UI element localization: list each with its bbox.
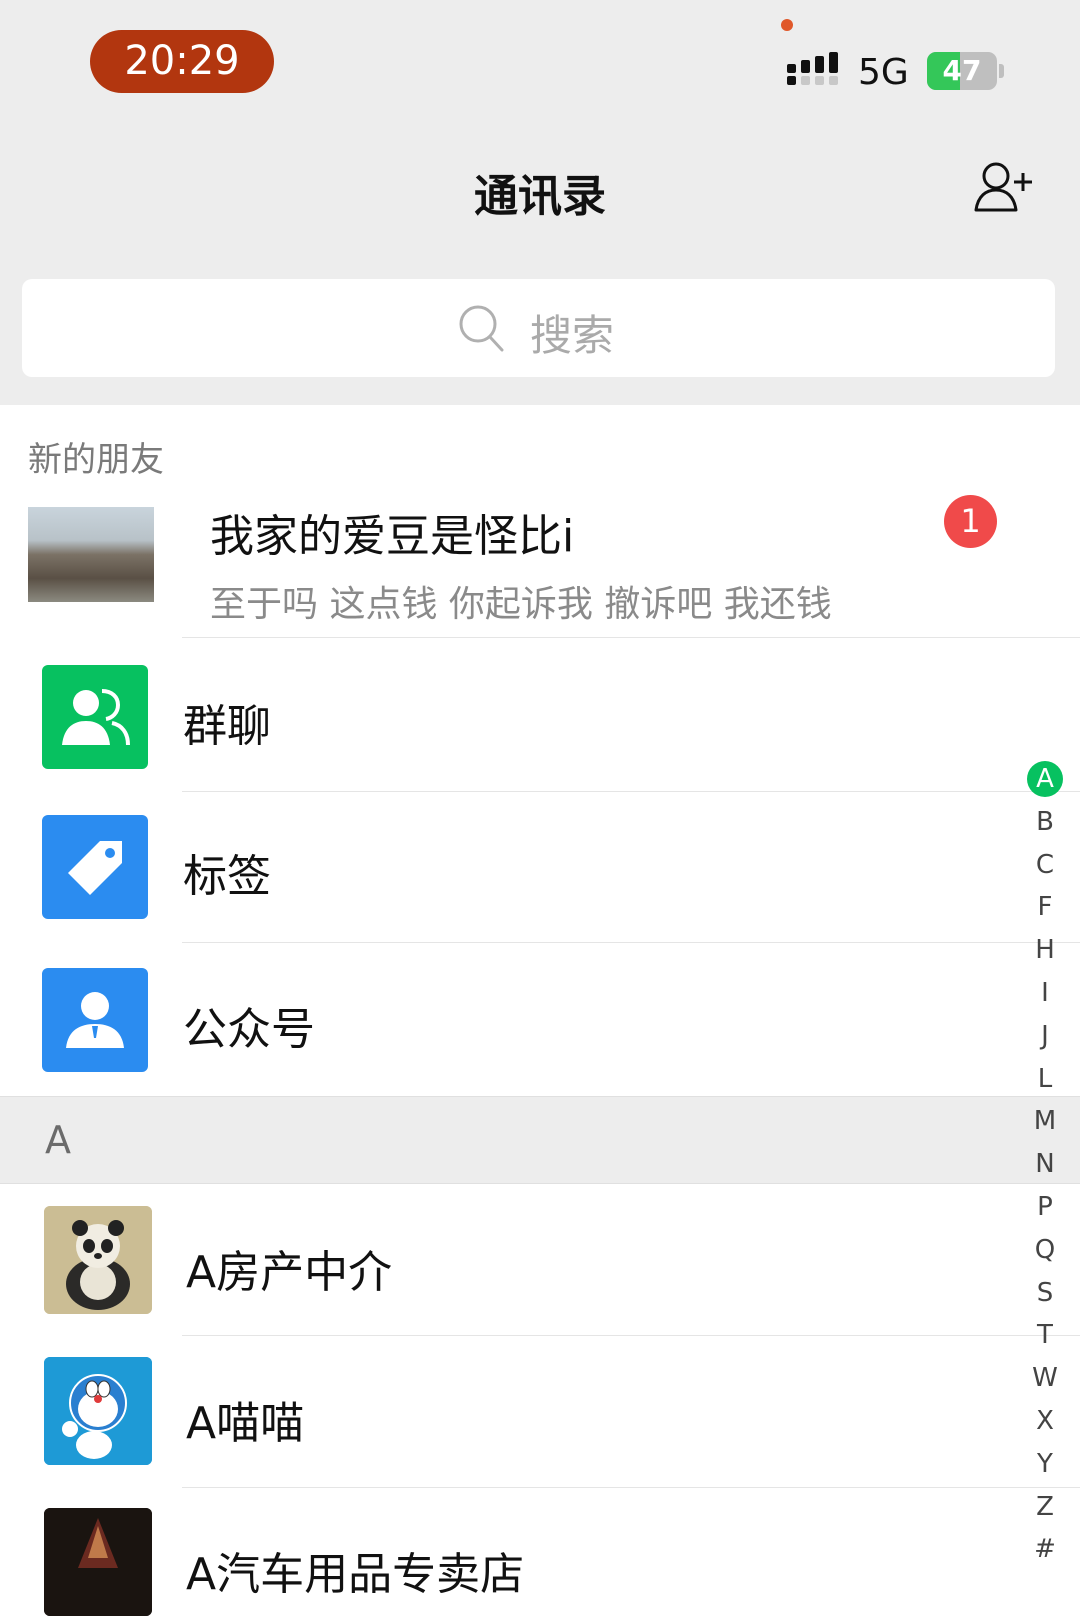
friend-request-message: 至于吗 这点钱 你起诉我 撤诉吧 我还钱 [210, 584, 832, 625]
network-type: 5G [858, 52, 909, 93]
tag-icon [42, 815, 148, 919]
index-letter-text: W [1032, 1363, 1058, 1394]
search-icon [459, 305, 504, 352]
index-letter[interactable]: Z [1024, 1486, 1066, 1529]
privacy-indicator-dot [781, 19, 793, 31]
signal-icon [787, 52, 838, 85]
index-letter[interactable]: X [1024, 1400, 1066, 1443]
index-letter[interactable]: M [1024, 1100, 1066, 1143]
friend-request-photo [28, 507, 154, 602]
index-letter-text: T [1037, 1320, 1053, 1351]
battery-icon: 47 [927, 52, 997, 90]
index-letter-text: X [1036, 1405, 1054, 1436]
index-letter-text: I [1041, 977, 1049, 1008]
new-friends-header: 新的朋友 [28, 440, 164, 480]
index-letter[interactable]: T [1024, 1314, 1066, 1357]
index-letter-text: A [1027, 761, 1063, 797]
index-letter-text: B [1036, 806, 1054, 837]
index-letter-text: N [1035, 1149, 1055, 1180]
battery-cap [999, 64, 1004, 78]
alphabet-index[interactable]: A B C F H I J L M N P Q S T W X Y Z # [1024, 758, 1066, 1571]
tags-label: 标签 [183, 851, 271, 902]
index-letter-text: S [1036, 1277, 1054, 1308]
contact-name: A汽车用品专卖店 [186, 1549, 525, 1600]
index-letter[interactable]: F [1024, 886, 1066, 929]
index-letter[interactable]: Y [1024, 1443, 1066, 1486]
index-letter[interactable]: I [1024, 972, 1066, 1015]
friend-request-name: 我家的爱豆是怪比i [210, 511, 575, 562]
index-letter[interactable]: B [1024, 801, 1066, 844]
section-header [0, 1096, 1080, 1184]
index-letter[interactable]: J [1024, 1015, 1066, 1058]
index-letter[interactable]: S [1024, 1272, 1066, 1315]
contact-name: A房产中介 [186, 1247, 393, 1298]
dark-avatar [44, 1508, 152, 1616]
official-account-icon [42, 968, 148, 1072]
unread-badge: 1 [944, 495, 997, 548]
panda-avatar [44, 1206, 152, 1314]
index-letter-text: J [1041, 1020, 1049, 1051]
status-time: 20:29 [90, 30, 274, 93]
group-chat-icon [42, 665, 148, 769]
index-letter[interactable]: A [1024, 758, 1066, 801]
index-letter-text: Y [1037, 1448, 1053, 1479]
official-accounts-label: 公众号 [183, 1004, 315, 1055]
doraemon-avatar [44, 1357, 152, 1465]
index-letter-text: # [1034, 1534, 1056, 1565]
index-letter[interactable]: # [1024, 1528, 1066, 1571]
section-letter: A [45, 1118, 71, 1162]
index-letter-text: P [1037, 1191, 1053, 1222]
index-letter[interactable]: Q [1024, 1229, 1066, 1272]
page-title: 通讯录 [474, 171, 606, 222]
add-friend-icon[interactable] [972, 158, 1034, 214]
group-chat-label: 群聊 [183, 701, 271, 752]
index-letter-text: F [1037, 892, 1053, 923]
index-letter-text: L [1037, 1063, 1053, 1094]
index-letter[interactable]: H [1024, 929, 1066, 972]
index-letter-text: M [1033, 1106, 1057, 1137]
index-letter[interactable]: W [1024, 1357, 1066, 1400]
index-letter[interactable]: N [1024, 1143, 1066, 1186]
battery-percent: 47 [942, 54, 982, 87]
divider [182, 1487, 1080, 1488]
divider [182, 637, 1080, 638]
index-letter-text: Q [1034, 1234, 1056, 1265]
index-letter[interactable]: L [1024, 1058, 1066, 1101]
index-letter[interactable]: P [1024, 1186, 1066, 1229]
search-placeholder: 搜索 [530, 311, 615, 360]
index-letter-text: C [1035, 849, 1055, 880]
index-letter-text: Z [1036, 1491, 1054, 1522]
index-letter-text: H [1035, 935, 1055, 966]
divider [182, 1335, 1080, 1336]
contact-name: A喵喵 [186, 1398, 305, 1449]
divider [182, 791, 1080, 792]
index-letter[interactable]: C [1024, 844, 1066, 887]
divider [182, 942, 1080, 943]
